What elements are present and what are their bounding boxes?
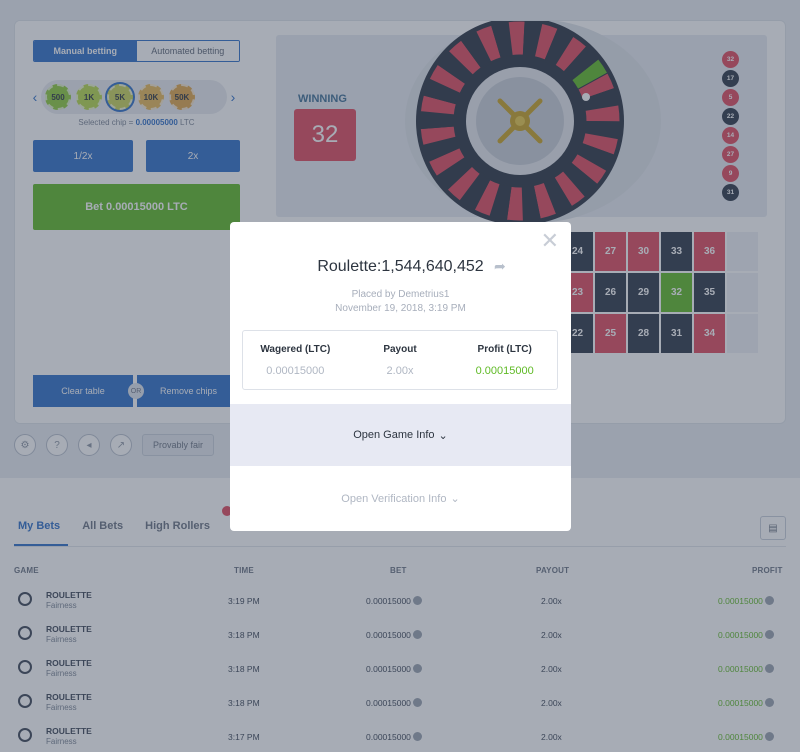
- payout-stat: Payout 2.00x: [348, 331, 453, 389]
- bet-date: November 19, 2018, 3:19 PM: [335, 303, 466, 314]
- profit-value: 0.00015000: [475, 365, 534, 377]
- chevron-down-icon: ⌄: [438, 429, 448, 442]
- bet-details-modal: ✕ Roulette:1,544,640,452 ➦ Placed by Dem…: [230, 222, 571, 531]
- verification-label: Open Verification Info: [341, 492, 447, 505]
- open-game-info-button[interactable]: Open Game Info ⌄: [230, 404, 571, 466]
- chevron-down-icon: ⌄: [450, 493, 460, 505]
- profit-stat: Profit (LTC) 0.00015000: [452, 331, 557, 389]
- wagered-value: 0.00015000: [266, 365, 325, 377]
- game-info-label: Open Game Info: [353, 429, 435, 441]
- close-icon[interactable]: ✕: [541, 230, 559, 252]
- share-icon[interactable]: ➦: [494, 258, 506, 275]
- profit-label: Profit (LTC): [477, 344, 532, 355]
- open-verification-info-button[interactable]: Open Verification Info ⌄: [230, 466, 571, 531]
- placed-by: Placed by Demetrius1: [351, 289, 450, 300]
- wagered-label: Wagered (LTC): [260, 344, 331, 355]
- payout-label: Payout: [383, 344, 417, 355]
- wagered-stat: Wagered (LTC) 0.00015000: [243, 331, 348, 389]
- bet-stats: Wagered (LTC) 0.00015000 Payout 2.00x Pr…: [242, 330, 558, 390]
- modal-title: Roulette:1,544,640,452: [317, 258, 484, 275]
- payout-value: 2.00x: [386, 365, 414, 377]
